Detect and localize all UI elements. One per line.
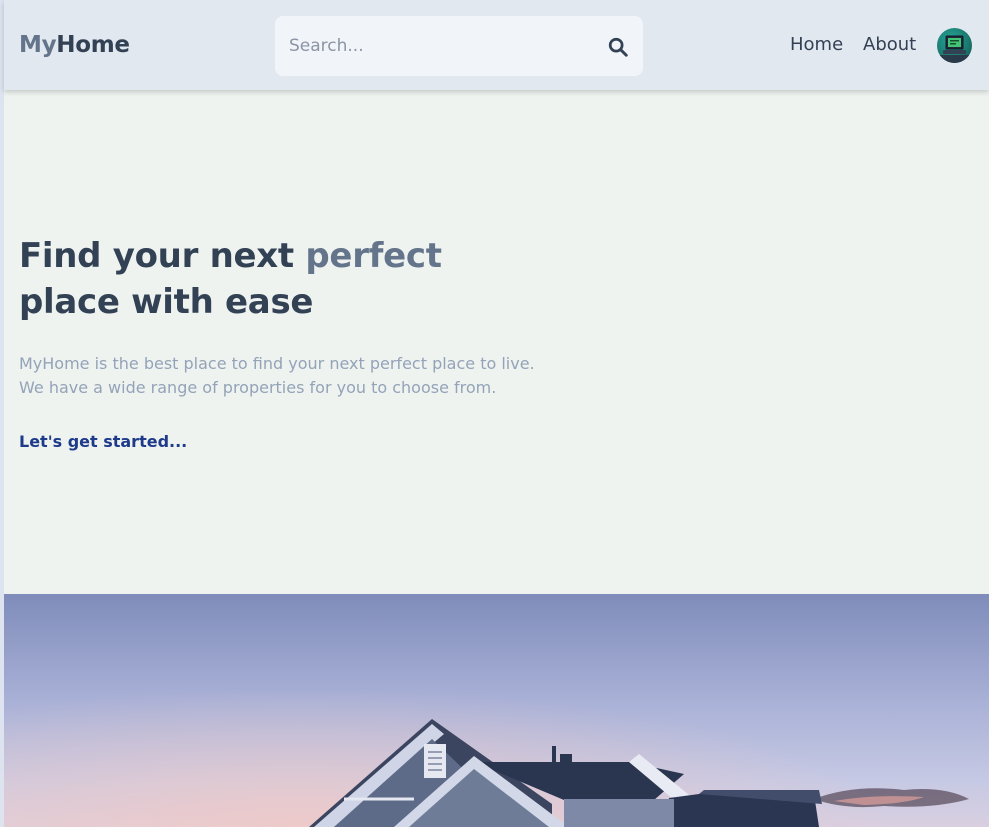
nav-home-link[interactable]: Home <box>790 34 843 55</box>
search-bar <box>275 16 643 76</box>
logo-prefix: My <box>19 32 57 58</box>
search-input[interactable] <box>289 16 599 76</box>
logo[interactable]: MyHome <box>19 32 130 58</box>
avatar-computer-icon <box>940 35 969 63</box>
search-button[interactable] <box>607 36 629 58</box>
hero-house-image <box>4 594 989 827</box>
user-avatar[interactable] <box>937 28 972 63</box>
hero-title-part1: Find your next <box>19 236 306 276</box>
house-photo <box>4 594 989 827</box>
hero-title: Find your next perfect place with ease <box>19 233 442 325</box>
logo-suffix: Home <box>56 32 130 58</box>
get-started-link[interactable]: Let's get started... <box>19 432 187 451</box>
hero-description-line2: We have a wide range of properties for y… <box>19 378 497 397</box>
top-navbar: MyHome Home About <box>4 0 989 90</box>
hero-description: MyHome is the best place to find your ne… <box>19 352 539 400</box>
hero-title-part2: place with ease <box>19 282 314 322</box>
nav-about-link[interactable]: About <box>863 34 916 55</box>
hero-title-accent: perfect <box>305 236 442 276</box>
search-icon <box>608 37 628 57</box>
hero-description-line1: MyHome is the best place to find your ne… <box>19 354 535 373</box>
